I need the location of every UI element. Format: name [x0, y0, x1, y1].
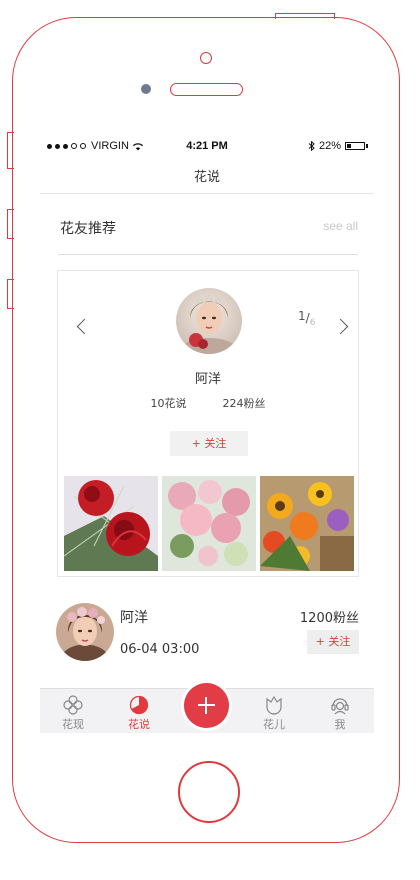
post-thumbnail[interactable]	[162, 476, 256, 571]
battery-area: 22%	[308, 140, 368, 152]
recommended-user-name: 阿洋	[194, 372, 221, 387]
home-button[interactable]	[178, 761, 240, 823]
page-title: 花说	[193, 170, 220, 185]
user-headset-icon	[331, 698, 349, 715]
recommend-card: 1/6 阿洋 10花说 224粉丝 + 关注	[57, 270, 359, 577]
pager-current: 1	[298, 309, 306, 323]
tab-label: 花儿	[263, 718, 285, 731]
recommend-section-header: 花友推荐 see all	[58, 204, 358, 255]
post-date: 06-04 03:00	[120, 642, 200, 657]
see-all-link[interactable]: see all	[323, 219, 358, 233]
tab-label: 花现	[62, 718, 84, 731]
tab-label: 我	[334, 718, 346, 731]
chevron-left-icon	[76, 318, 93, 335]
flower-outline-icon	[63, 695, 83, 715]
follow-button[interactable]: + 关注	[170, 431, 248, 456]
tab-label: 花说	[128, 718, 150, 731]
tulip-icon	[266, 695, 282, 715]
add-post-button[interactable]	[184, 683, 229, 728]
battery-tip	[366, 144, 368, 148]
bottom-tab-bar: 花现 花说 花儿 我	[40, 683, 374, 733]
tab-me[interactable]: 我	[307, 689, 373, 733]
app-screen: VIRGIN 4:21 PM 22% 花说 花友推荐 see all 1/6 阿…	[40, 137, 374, 733]
next-button[interactable]	[332, 316, 353, 336]
earpiece-speaker	[170, 83, 243, 96]
fan-count: 224粉丝	[222, 397, 266, 410]
battery-percent: 22%	[318, 140, 341, 152]
battery-level	[347, 144, 351, 148]
user-name[interactable]: 阿洋	[120, 607, 148, 627]
pager-total: 6	[309, 318, 316, 328]
proximity-sensor	[141, 84, 151, 94]
navigation-bar: 花说	[40, 156, 374, 194]
feed-user-row[interactable]: 阿洋 06-04 03:00 1200粉丝 + 关注	[40, 597, 374, 667]
status-bar: VIRGIN 4:21 PM 22%	[40, 137, 374, 156]
fan-count: 1200粉丝	[299, 611, 359, 626]
plus-icon-vertical	[205, 697, 207, 714]
tab-discover[interactable]: 花现	[40, 689, 106, 733]
post-thumbnail[interactable]	[64, 476, 158, 571]
post-count: 10花说	[150, 397, 187, 410]
follow-button[interactable]: + 关注	[307, 630, 359, 654]
tab-huashuo[interactable]: 花说	[106, 689, 172, 733]
pager-indicator: 1/6	[298, 309, 316, 328]
front-camera	[200, 52, 212, 64]
chevron-right-icon	[332, 318, 349, 335]
battery-icon	[345, 142, 365, 150]
recommended-user-stats: 10花说 224粉丝	[58, 395, 358, 411]
tab-flowers[interactable]: 花儿	[241, 689, 307, 733]
huashuo-icon	[129, 695, 149, 715]
section-title: 花友推荐	[60, 221, 116, 237]
post-thumbnail[interactable]	[260, 476, 354, 571]
avatar[interactable]	[56, 603, 114, 661]
recommended-user-avatar[interactable]	[176, 288, 242, 354]
bluetooth-icon	[308, 141, 315, 151]
prev-button[interactable]	[73, 316, 93, 336]
